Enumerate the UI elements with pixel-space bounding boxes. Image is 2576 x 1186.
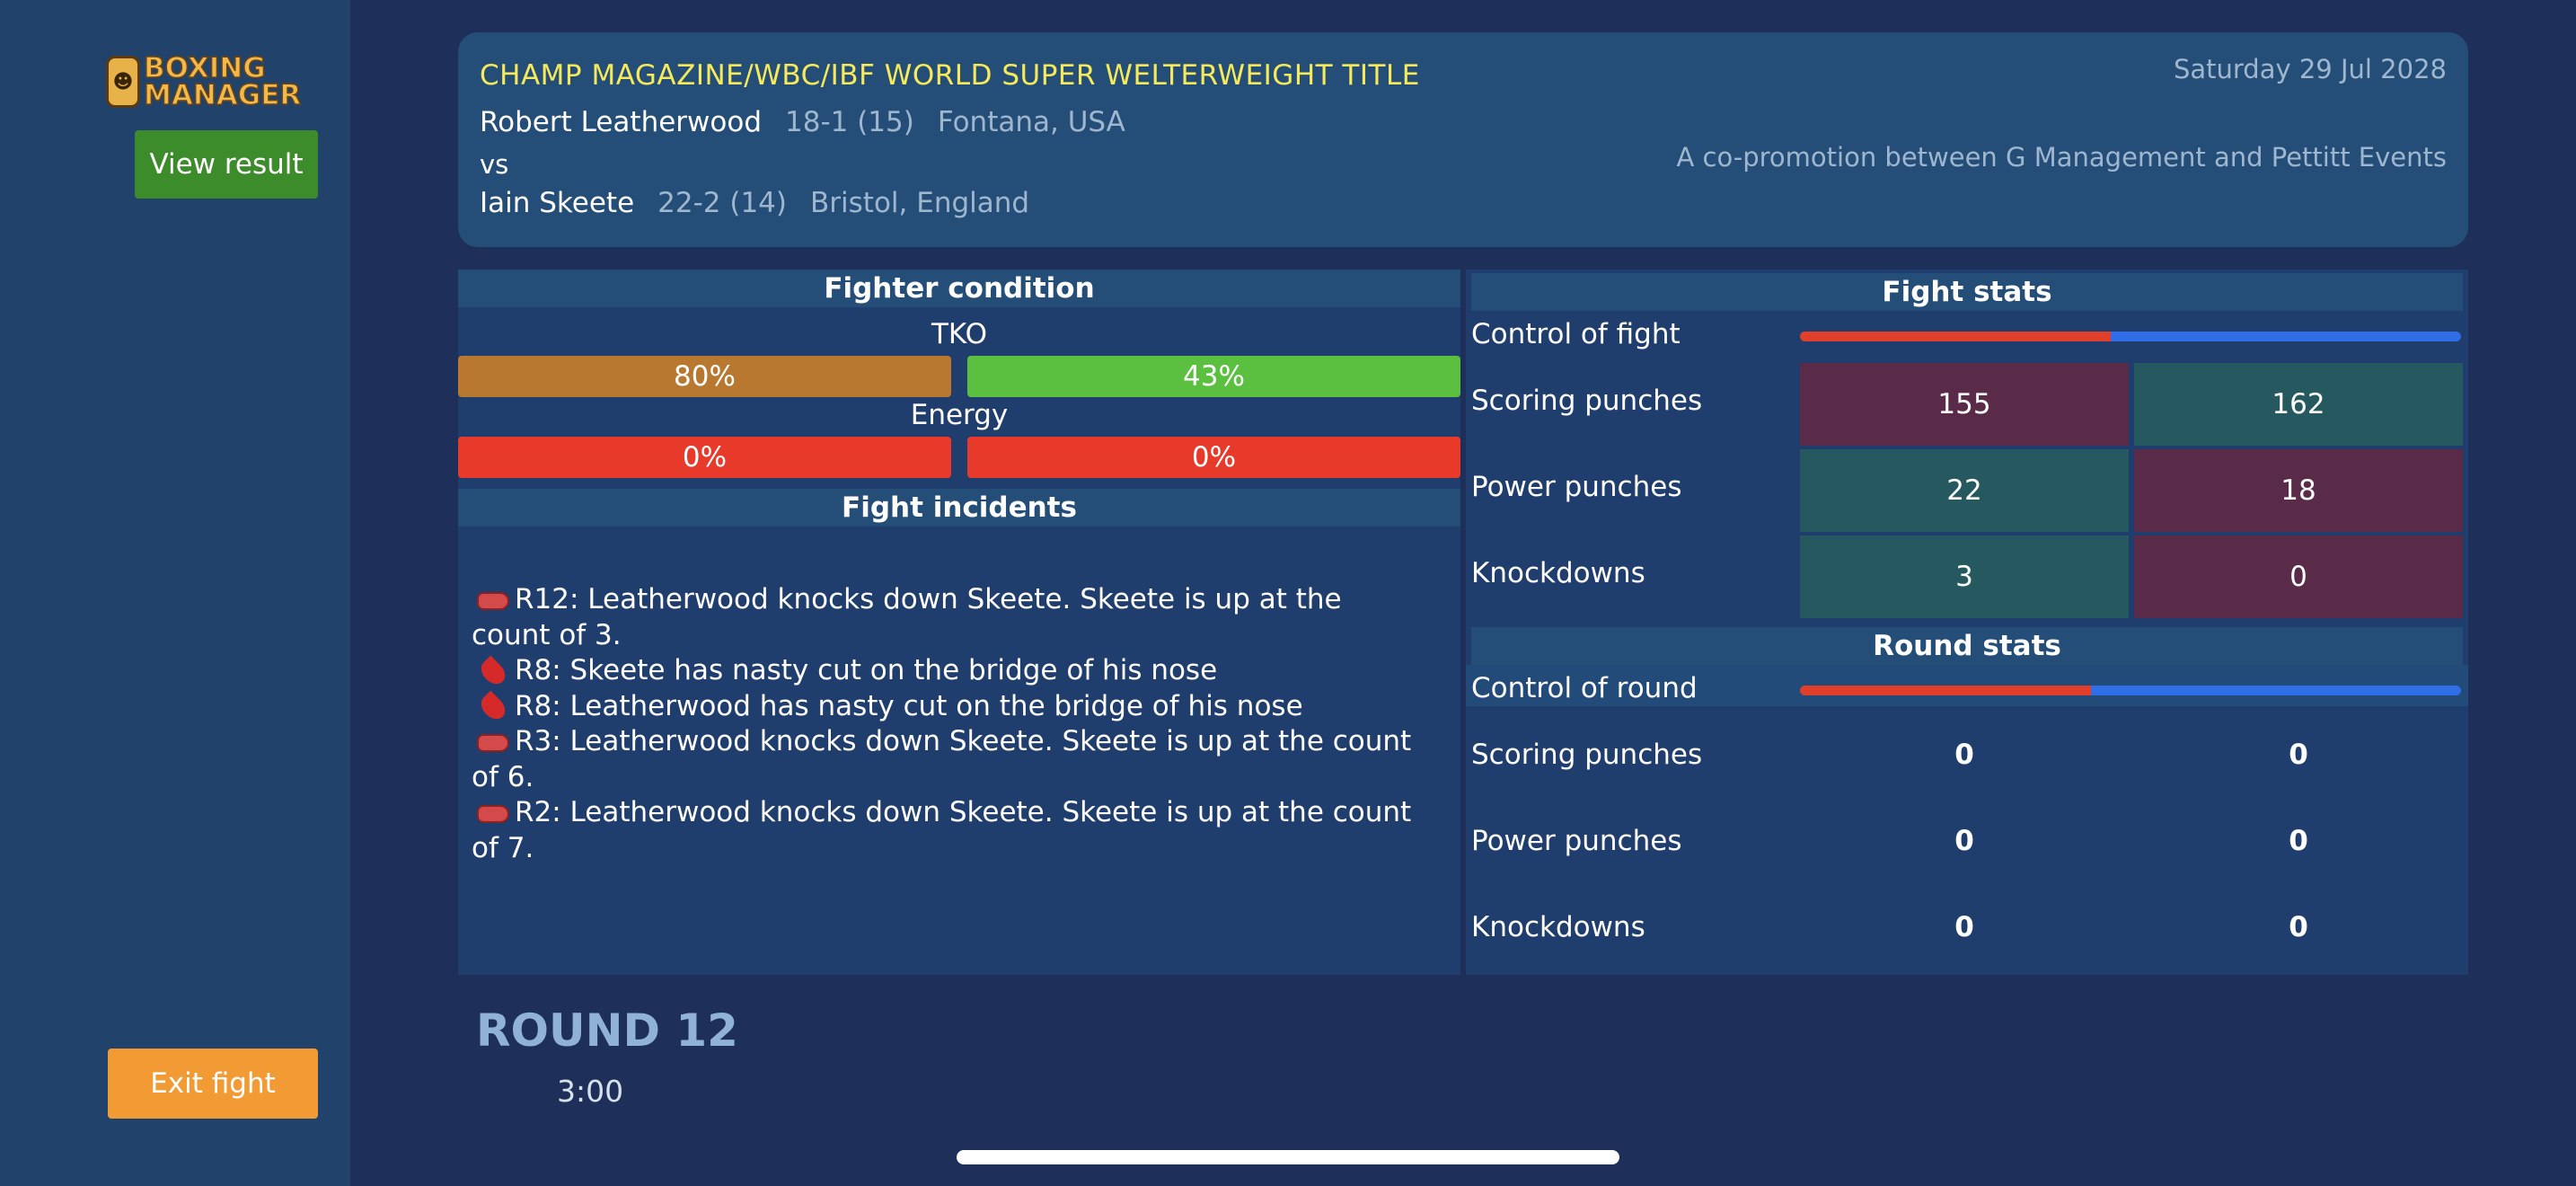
left-panel: Fighter condition TKO 80% 43% Energy 0% … xyxy=(458,270,1460,975)
fighter-1-record: 18-1 (15) xyxy=(785,106,914,138)
control-bar-fighter-1 xyxy=(1800,332,2111,341)
stat-cell: 162 xyxy=(2134,363,2463,446)
incident-text: R8: Leatherwood has nasty cut on the bri… xyxy=(515,689,1303,722)
energy-bar-fighter-2: 0% xyxy=(967,437,1460,478)
tko-label: TKO xyxy=(931,318,987,350)
incident-text: R3: Leatherwood knocks down Skeete. Skee… xyxy=(472,725,1412,793)
boxing-manager-logo: ☻ BOXING MANAGER xyxy=(106,52,320,111)
control-bar-fighter-2 xyxy=(2090,686,2461,695)
blood-drop-icon xyxy=(476,690,510,724)
fighter-condition-heading: Fighter condition xyxy=(458,270,1460,307)
incident-list: R12: Leatherwood knocks down Skeete. Ske… xyxy=(472,582,1424,866)
logo-line-2: MANAGER xyxy=(143,79,302,111)
fighter-2-location: Bristol, England xyxy=(810,187,1030,219)
stat-cell: 0 xyxy=(2134,535,2463,618)
round-power-punches-label: Power punches xyxy=(1471,825,1682,857)
round-stat-value: 0 xyxy=(1954,739,1974,771)
stat-cell: 22 xyxy=(1800,449,2129,532)
tko-bar-fighter-1: 80% xyxy=(458,356,951,397)
knockdowns-label: Knockdowns xyxy=(1471,557,1645,589)
logo-line-1: BOXING xyxy=(143,52,266,84)
exit-fight-button[interactable]: Exit fight xyxy=(108,1049,318,1119)
fighter-2-line: Iain Skeete 22-2 (14) Bristol, England xyxy=(480,187,1029,219)
list-item: R2: Leatherwood knocks down Skeete. Skee… xyxy=(472,795,1424,866)
control-of-round-label: Control of round xyxy=(1471,672,1698,704)
energy-label: Energy xyxy=(910,399,1009,431)
stat-cell: 3 xyxy=(1800,535,2129,618)
list-item: R8: Skeete has nasty cut on the bridge o… xyxy=(472,653,1424,689)
round-stats-heading: Round stats xyxy=(1471,627,2463,665)
boxer-head-icon: ☻ xyxy=(106,56,140,108)
list-item: R3: Leatherwood knocks down Skeete. Skee… xyxy=(472,724,1424,795)
title-name: CHAMP MAGAZINE/WBC/IBF WORLD SUPER WELTE… xyxy=(480,59,1420,92)
round-stat-value: 0 xyxy=(2289,825,2308,857)
fighter-1-name: Robert Leatherwood xyxy=(480,106,762,138)
round-stat-value: 0 xyxy=(2289,911,2308,943)
round-stat-value: 0 xyxy=(1954,911,1974,943)
scoring-punches-label: Scoring punches xyxy=(1471,385,1703,417)
fighter-1-location: Fontana, USA xyxy=(937,106,1125,138)
versus-label: vs xyxy=(480,149,509,180)
promotion-text: A co-promotion between G Management and … xyxy=(1676,142,2447,173)
incident-text: R8: Skeete has nasty cut on the bridge o… xyxy=(515,654,1218,686)
fight-date: Saturday 29 Jul 2028 xyxy=(2173,54,2447,84)
stats-panel: Fight stats Control of fight Scoring pun… xyxy=(1466,270,2468,975)
boxing-glove-icon xyxy=(477,804,509,823)
incident-text: R2: Leatherwood knocks down Skeete. Skee… xyxy=(472,796,1412,864)
round-scoring-punches-label: Scoring punches xyxy=(1471,739,1703,771)
home-indicator[interactable] xyxy=(957,1150,1619,1164)
control-of-fight-bar xyxy=(1800,332,2461,341)
control-bar-fighter-2 xyxy=(2110,332,2461,341)
fighter-1-line: Robert Leatherwood 18-1 (15) Fontana, USA xyxy=(480,106,1125,138)
control-of-round-bar xyxy=(1800,686,2461,695)
view-result-button[interactable]: View result xyxy=(135,130,318,199)
energy-bar-fighter-1: 0% xyxy=(458,437,951,478)
round-clock: 3:00 xyxy=(557,1074,624,1109)
fighter-2-name: Iain Skeete xyxy=(480,187,635,219)
fight-stats-heading: Fight stats xyxy=(1471,273,2463,311)
fight-header: CHAMP MAGAZINE/WBC/IBF WORLD SUPER WELTE… xyxy=(458,32,2468,247)
fighter-2-record: 22-2 (14) xyxy=(657,187,788,219)
sidebar: ☻ BOXING MANAGER View result Exit fight xyxy=(0,0,350,1186)
power-punches-label: Power punches xyxy=(1471,471,1682,503)
round-stat-value: 0 xyxy=(2289,739,2308,771)
stat-cell: 18 xyxy=(2134,449,2463,532)
boxing-glove-icon xyxy=(477,733,509,752)
list-item: R12: Leatherwood knocks down Skeete. Ske… xyxy=(472,582,1424,653)
control-of-fight-label: Control of fight xyxy=(1471,318,1681,350)
incident-text: R12: Leatherwood knocks down Skeete. Ske… xyxy=(472,583,1342,651)
list-item: R8: Leatherwood has nasty cut on the bri… xyxy=(472,689,1424,725)
blood-drop-icon xyxy=(476,655,510,688)
round-stat-value: 0 xyxy=(1954,825,1974,857)
tko-bar-fighter-2: 43% xyxy=(967,356,1460,397)
boxing-glove-icon xyxy=(477,591,509,610)
stat-cell: 155 xyxy=(1800,363,2129,446)
fight-incidents-heading: Fight incidents xyxy=(458,489,1460,527)
round-knockdowns-label: Knockdowns xyxy=(1471,911,1645,943)
round-number: ROUND 12 xyxy=(476,1005,738,1057)
control-bar-fighter-1 xyxy=(1800,686,2091,695)
